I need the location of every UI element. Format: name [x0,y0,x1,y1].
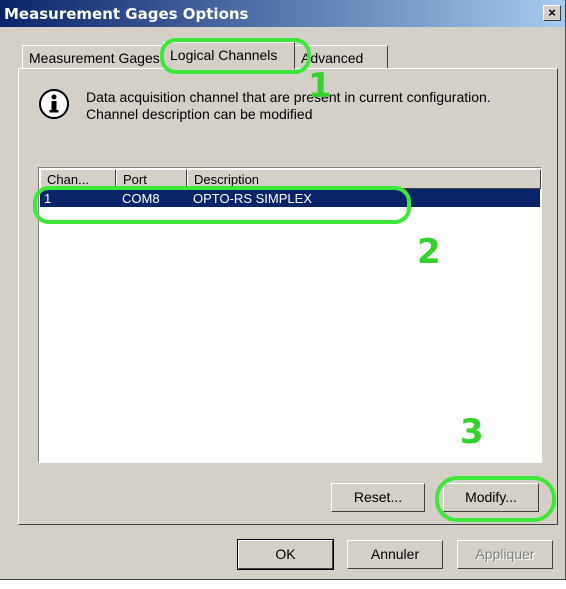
ok-button[interactable]: OK [237,539,334,570]
highlight-tab-annotation [160,38,311,74]
highlight-row-annotation [33,186,411,224]
tab-label: Measurement Gages [29,50,160,66]
annotation-number-3: 3 [460,412,484,452]
annotation-number-1: 1 [308,66,332,106]
window-title: Measurement Gages Options [4,5,249,23]
info-icon [38,88,70,120]
reset-button[interactable]: Reset... [331,483,425,512]
annotation-number-2: 2 [417,232,441,272]
title-bar[interactable]: Measurement Gages Options × [0,0,565,27]
cancel-button[interactable]: Annuler [347,540,443,569]
tab-measurement-gages[interactable]: Measurement Gages [22,45,164,69]
info-line-2: Channel description can be modified [86,106,313,122]
highlight-modify-annotation [435,476,556,522]
close-button[interactable]: × [543,5,561,21]
apply-button: Appliquer [457,540,553,569]
